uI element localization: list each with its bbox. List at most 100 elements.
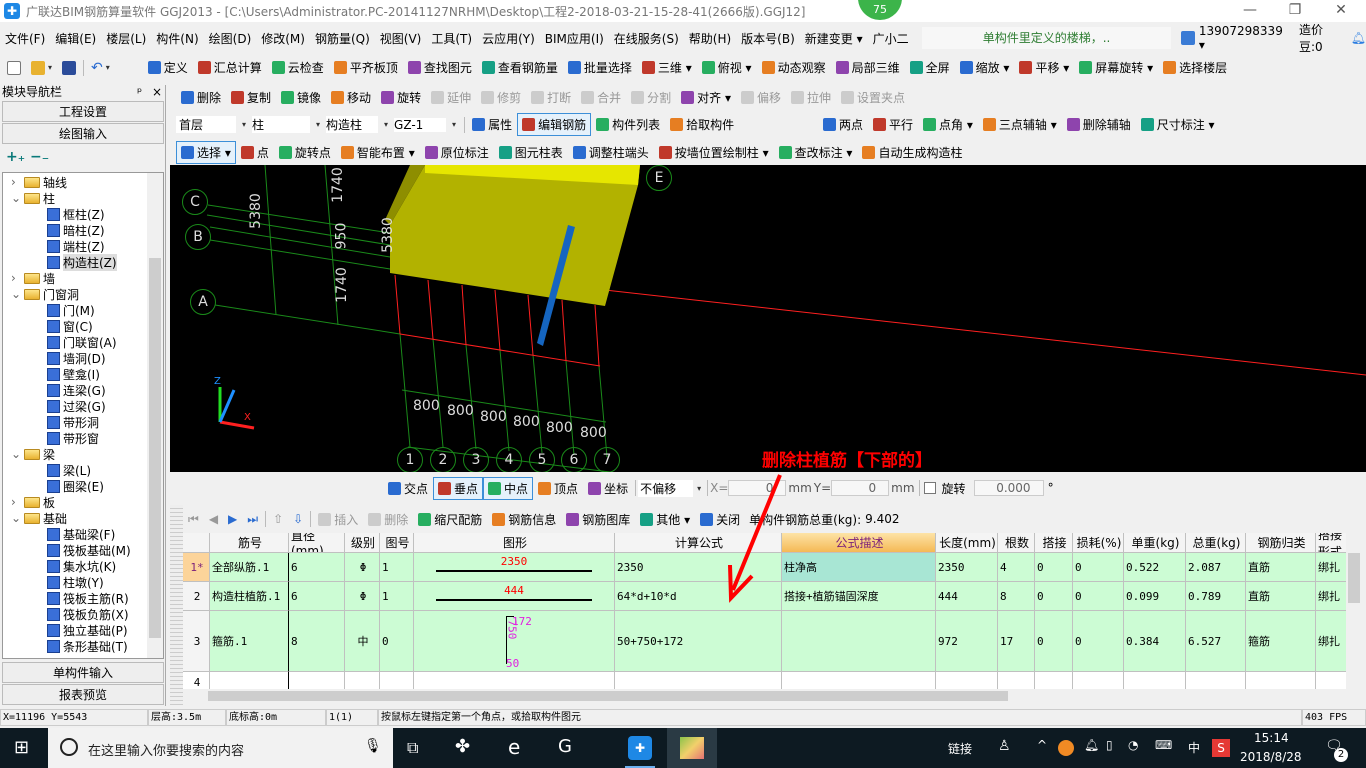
tree-item[interactable]: 筏板主筋(R) bbox=[47, 590, 129, 606]
project-settings-button[interactable]: 工程设置 bbox=[2, 101, 164, 122]
table-cell-dia[interactable]: 6 bbox=[289, 582, 345, 611]
edit-button-8[interactable]: 合并 bbox=[576, 86, 626, 109]
sogou-ime-icon[interactable]: S bbox=[1212, 739, 1230, 757]
tree-item[interactable]: 筏板基础(M) bbox=[47, 542, 131, 558]
table-cell-loss[interactable]: 0 bbox=[1073, 582, 1124, 611]
menu-item-12[interactable]: 帮助(H) bbox=[684, 30, 736, 47]
browser-icon[interactable]: G bbox=[558, 736, 572, 757]
rotate-checkbox[interactable] bbox=[923, 482, 936, 494]
tree-item[interactable]: 壁龛(I) bbox=[47, 366, 100, 382]
tree-item[interactable]: 门(M) bbox=[47, 302, 95, 318]
table-cell-total_w[interactable]: 0.789 bbox=[1186, 582, 1246, 611]
clock-time[interactable]: 15:14 bbox=[1254, 731, 1289, 745]
column-header[interactable]: 筋号 bbox=[210, 533, 289, 553]
bell-icon[interactable]: 🔔︎ bbox=[1351, 31, 1366, 45]
table-cell-unit_w[interactable]: 0.099 bbox=[1124, 582, 1186, 611]
table-cell-cat[interactable]: 直筋 bbox=[1246, 582, 1316, 611]
tree-item[interactable]: 端柱(Z) bbox=[47, 238, 105, 254]
column-header[interactable]: 总重(kg) bbox=[1186, 533, 1246, 553]
tree-item[interactable]: 门联窗(A) bbox=[47, 334, 117, 350]
rotate-angle-input[interactable]: 0.000 bbox=[973, 480, 1044, 496]
wifi-icon[interactable]: ◔ bbox=[1128, 738, 1138, 752]
rebar-button-0[interactable]: 插入 bbox=[313, 508, 363, 531]
table-cell-cat[interactable] bbox=[1246, 672, 1316, 689]
prev-record-button[interactable]: ◀ bbox=[204, 509, 223, 529]
menu-item-9[interactable]: 云应用(Y) bbox=[477, 30, 540, 47]
table-cell-loss[interactable]: 0 bbox=[1073, 553, 1124, 582]
snap-button-0[interactable]: 交点 bbox=[383, 477, 433, 500]
single-component-input-button[interactable]: 单构件输入 bbox=[2, 662, 164, 683]
tree-item[interactable]: 构造柱(Z) bbox=[47, 253, 117, 271]
tree-item[interactable]: 连梁(G) bbox=[47, 382, 106, 398]
main-toolbar-button-14[interactable]: 屏幕旋转 ▾ bbox=[1074, 56, 1158, 79]
table-cell-formula[interactable] bbox=[615, 672, 782, 689]
table-cell-unit_w[interactable]: 0.384 bbox=[1124, 611, 1186, 672]
table-cell-lap_type[interactable]: 绑扎 bbox=[1316, 553, 1346, 582]
table-cell-grade[interactable]: Φ bbox=[345, 582, 380, 611]
column-header[interactable]: 搭接 bbox=[1035, 533, 1073, 553]
main-toolbar-button-3[interactable]: 平齐板顶 bbox=[329, 56, 403, 79]
table-cell-formula[interactable]: 50+750+172 bbox=[615, 611, 782, 672]
table-cell-fig[interactable]: 0 bbox=[380, 611, 414, 672]
menu-item-7[interactable]: 视图(V) bbox=[375, 30, 427, 47]
pin-icon[interactable]: ᵖ bbox=[137, 85, 142, 99]
table-cell-shape[interactable]: 444 bbox=[414, 582, 615, 611]
tree-item[interactable]: 梁(L) bbox=[47, 462, 91, 478]
column-header[interactable]: 单重(kg) bbox=[1124, 533, 1186, 553]
tree-item[interactable]: › 轴线 bbox=[11, 174, 67, 190]
draw-button-5[interactable]: 图元柱表 bbox=[494, 141, 568, 164]
table-cell-name[interactable]: 箍筋.1 bbox=[210, 611, 289, 672]
edit-button-5[interactable]: 延伸 bbox=[426, 86, 476, 109]
edit-button-1[interactable]: 复制 bbox=[226, 86, 276, 109]
component-button-1[interactable]: 编辑钢筋 bbox=[517, 113, 592, 136]
table-cell-lap[interactable] bbox=[1035, 672, 1073, 689]
table-cell-total_w[interactable]: 2.087 bbox=[1186, 553, 1246, 582]
column-header[interactable]: 直径(mm) bbox=[289, 533, 345, 553]
column-header[interactable]: 损耗(%) bbox=[1073, 533, 1124, 553]
table-cell-total_w[interactable]: 6.527 bbox=[1186, 611, 1246, 672]
rebar-button-5[interactable]: 其他 ▾ bbox=[635, 508, 695, 531]
main-toolbar-button-6[interactable]: 批量选择 bbox=[563, 56, 637, 79]
notification-bell-icon[interactable]: 🔔︎ bbox=[1084, 738, 1099, 752]
report-preview-button[interactable]: 报表预览 bbox=[2, 684, 164, 705]
column-header[interactable]: 公式描述 bbox=[782, 533, 936, 553]
table-cell-desc[interactable] bbox=[782, 611, 936, 672]
last-record-button[interactable]: ⏭ bbox=[242, 509, 263, 530]
rebar-button-4[interactable]: 钢筋图库 bbox=[561, 508, 635, 531]
first-record-button[interactable]: ⏮ bbox=[183, 509, 204, 530]
row-header[interactable]: 1* bbox=[183, 553, 210, 582]
edit-button-2[interactable]: 镜像 bbox=[276, 86, 326, 109]
menu-item-14[interactable]: 新建变更 ▾ bbox=[800, 30, 868, 47]
tree-item[interactable]: › 墙 bbox=[11, 270, 55, 286]
table-cell-len[interactable]: 444 bbox=[936, 582, 998, 611]
collapse-all-icon[interactable]: −₋ bbox=[30, 149, 49, 165]
edit-button-0[interactable]: 删除 bbox=[176, 86, 226, 109]
y-offset-input[interactable]: 0 bbox=[831, 480, 890, 496]
menu-item-11[interactable]: 在线服务(S) bbox=[609, 30, 684, 47]
undo-button[interactable]: ↶ ▾ bbox=[86, 57, 115, 79]
row-header[interactable]: 2 bbox=[183, 582, 210, 611]
table-cell-len[interactable]: 2350 bbox=[936, 553, 998, 582]
menu-item-13[interactable]: 版本号(B) bbox=[736, 30, 800, 47]
device-icon[interactable]: ▯ bbox=[1106, 738, 1113, 752]
menu-item-6[interactable]: 钢筋量(Q) bbox=[310, 30, 375, 47]
notice-ticker[interactable]: 单构件里定义的楼梯，.. bbox=[921, 27, 1172, 49]
tree-item[interactable]: 窗(C) bbox=[47, 318, 93, 334]
table-cell-dia[interactable] bbox=[289, 672, 345, 689]
main-toolbar-button-13[interactable]: 平移 ▾ bbox=[1014, 56, 1074, 79]
edit-button-9[interactable]: 分割 bbox=[626, 86, 676, 109]
rebar-button-3[interactable]: 钢筋信息 bbox=[487, 508, 561, 531]
column-header[interactable] bbox=[183, 533, 210, 553]
tree-item[interactable]: 墙洞(D) bbox=[47, 350, 106, 366]
table-cell-lap[interactable]: 0 bbox=[1035, 611, 1073, 672]
chevron-down-icon[interactable]: ⌄ bbox=[11, 287, 21, 301]
edit-button-4[interactable]: 旋转 bbox=[376, 86, 426, 109]
tree-item[interactable]: 筏板负筋(X) bbox=[47, 606, 129, 622]
table-cell-name[interactable] bbox=[210, 672, 289, 689]
windows-start-icon[interactable]: ⊞ bbox=[14, 737, 29, 758]
table-cell-unit_w[interactable] bbox=[1124, 672, 1186, 689]
links-toolbar[interactable]: 链接 bbox=[948, 740, 972, 757]
main-toolbar-button-9[interactable]: 动态观察 bbox=[757, 56, 831, 79]
column-header[interactable]: 级别 bbox=[345, 533, 380, 553]
expand-all-icon[interactable]: +₊ bbox=[6, 149, 25, 165]
